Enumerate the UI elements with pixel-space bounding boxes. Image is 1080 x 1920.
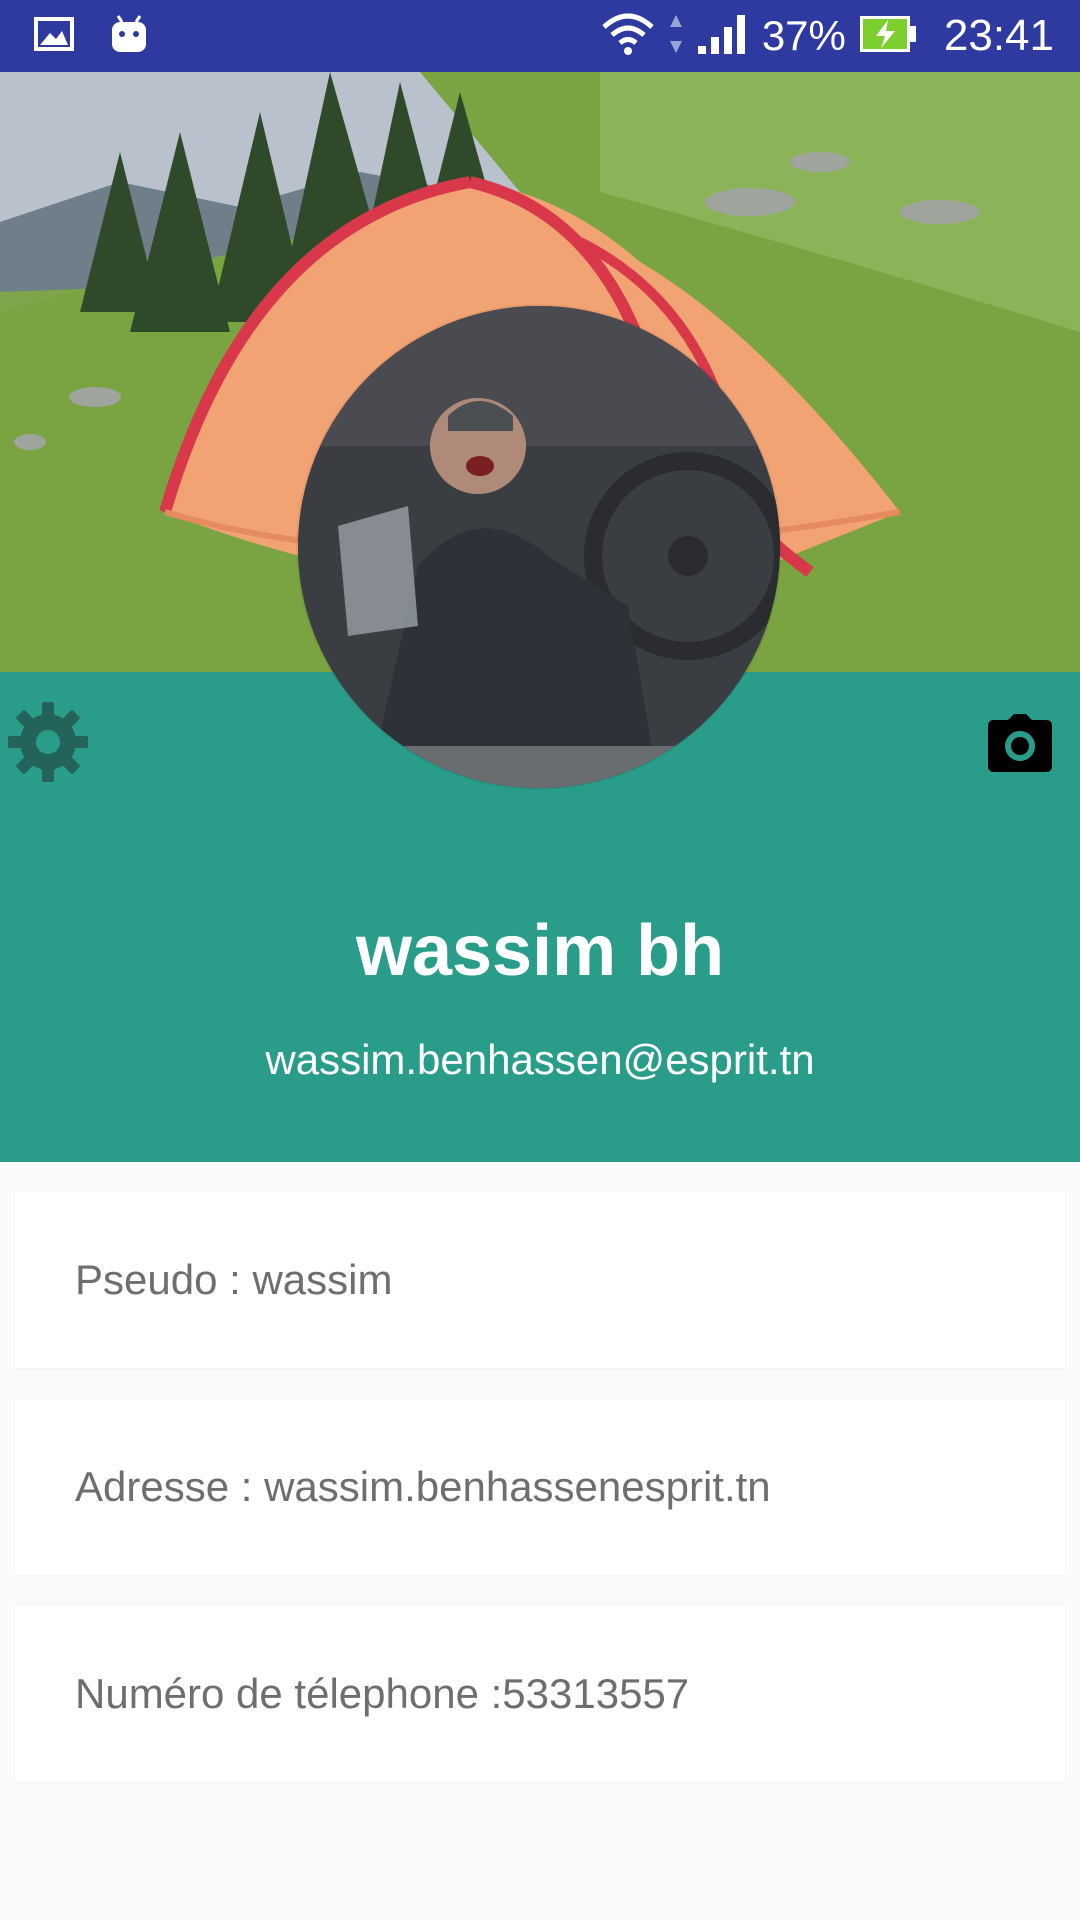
clock: 23:41 — [943, 11, 1054, 60]
camera-icon — [988, 714, 1052, 772]
battery-percent: 37% — [761, 12, 846, 59]
wifi-icon — [600, 11, 656, 62]
data-arrows-icon — [668, 13, 684, 60]
phone-card[interactable]: Numéro de télephone :53313557 — [15, 1606, 1065, 1782]
phone-label: Numéro de télephone :53313557 — [75, 1670, 690, 1717]
gear-icon — [8, 702, 88, 782]
gallery-icon — [34, 17, 74, 56]
address-label: Adresse : wassim.benhassenesprit.tn — [75, 1463, 771, 1510]
address-card[interactable]: Adresse : wassim.benhassenesprit.tn — [15, 1399, 1065, 1575]
status-bar: 37% 23:41 — [0, 0, 1080, 72]
signal-icon — [696, 12, 750, 61]
change-photo-button[interactable] — [988, 714, 1052, 772]
profile-email: wassim.benhassen@esprit.tn — [265, 1036, 815, 1083]
battery-charging-icon — [858, 14, 918, 59]
settings-button[interactable] — [6, 700, 90, 784]
pseudo-card[interactable]: Pseudo : wassim — [15, 1192, 1065, 1368]
profile-avatar[interactable] — [298, 306, 780, 788]
pseudo-label: Pseudo : wassim — [75, 1256, 393, 1303]
profile-name: wassim bh — [355, 911, 725, 991]
android-icon — [110, 14, 148, 59]
